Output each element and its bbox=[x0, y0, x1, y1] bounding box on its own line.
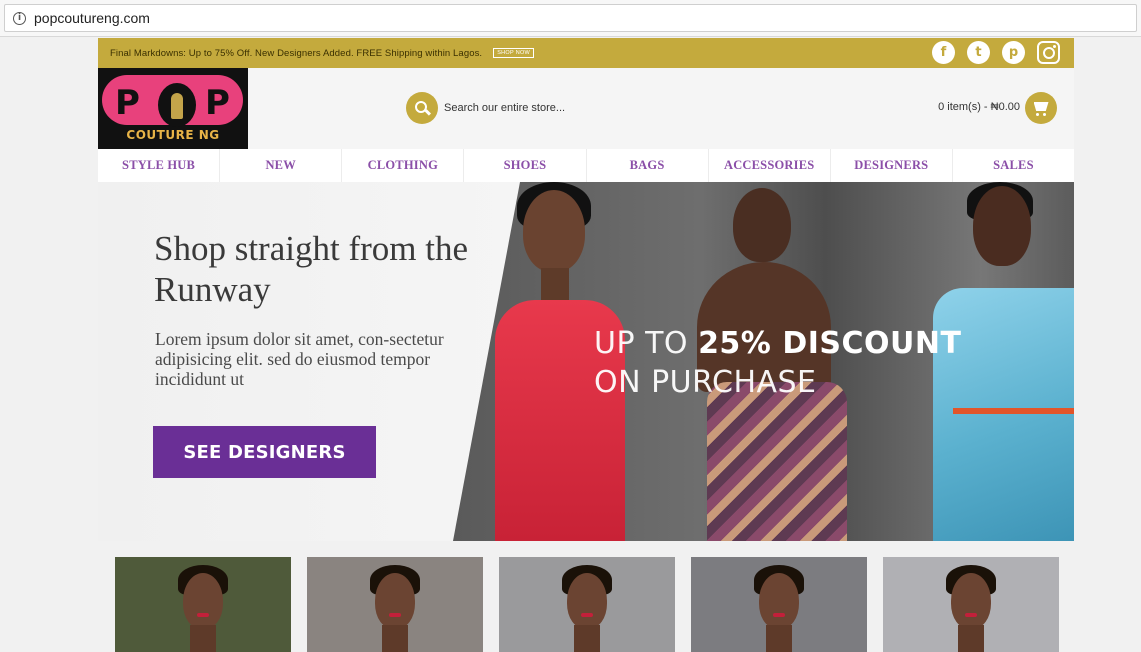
logo[interactable]: P P COUTURE NG bbox=[98, 68, 248, 149]
nav-item-designers[interactable]: DESIGNERS bbox=[831, 149, 953, 182]
thumbnail[interactable] bbox=[691, 557, 867, 652]
cart-wheels bbox=[1036, 113, 1046, 116]
instagram-icon[interactable] bbox=[1037, 41, 1060, 64]
thumbnail[interactable] bbox=[307, 557, 483, 652]
nav-item-shoes[interactable]: SHOES bbox=[464, 149, 587, 182]
nav-item-accessories[interactable]: ACCESSORIES bbox=[709, 149, 831, 182]
nav-item-new[interactable]: NEW bbox=[220, 149, 343, 182]
offer-suffix: ON PURCHASE bbox=[594, 365, 817, 400]
promo-text: Final Markdowns: Up to 75% Off. New Desi… bbox=[110, 47, 483, 59]
thumbnail-row bbox=[115, 557, 1059, 652]
header: P P COUTURE NG 0 item(s) - ₦0.00 bbox=[98, 68, 1074, 149]
logo-letter-p: P bbox=[115, 83, 140, 123]
hero-title: Shop straight from the Runway bbox=[154, 229, 468, 309]
nav-item-sales[interactable]: SALES bbox=[953, 149, 1074, 182]
offer-highlight: 25% DISCOUNT bbox=[698, 326, 962, 361]
nav-item-style-hub[interactable]: STYLE HUB bbox=[98, 149, 221, 182]
twitter-icon[interactable]: t bbox=[967, 41, 990, 64]
info-icon[interactable]: i bbox=[13, 11, 26, 25]
logo-pill: P P bbox=[102, 75, 243, 127]
nav-item-bags[interactable]: BAGS bbox=[587, 149, 709, 182]
logo-subtitle: COUTURE NG bbox=[126, 128, 220, 142]
cart-summary[interactable]: 0 item(s) - ₦0.00 bbox=[938, 101, 1020, 113]
site: Final Markdowns: Up to 75% Off. New Desi… bbox=[98, 38, 1074, 541]
logo-letter-p: P bbox=[205, 83, 230, 123]
social-links: f t p bbox=[932, 41, 1060, 64]
shop-now-link[interactable]: SHOP NOW bbox=[493, 48, 535, 58]
facebook-icon[interactable]: f bbox=[932, 41, 955, 64]
browser-address-bar: i popcoutureng.com bbox=[0, 0, 1141, 37]
search-input[interactable] bbox=[444, 96, 644, 120]
search-icon bbox=[414, 100, 427, 113]
promo-bar: Final Markdowns: Up to 75% Off. New Desi… bbox=[98, 38, 1074, 68]
see-designers-button[interactable]: SEE DESIGNERS bbox=[153, 426, 376, 478]
offer-prefix: UP TO bbox=[594, 326, 699, 361]
main-nav: STYLE HUB NEW CLOTHING SHOES BAGS ACCESS… bbox=[98, 149, 1074, 182]
logo-silhouette-icon bbox=[158, 83, 196, 127]
url-text[interactable]: popcoutureng.com bbox=[34, 10, 150, 26]
hero-offer: UP TO 25% DISCOUNT ON PURCHASE bbox=[594, 324, 961, 402]
hero-banner[interactable]: Shop straight from the Runway Lorem ipsu… bbox=[98, 182, 1074, 541]
hero-description: Lorem ipsum dolor sit amet, con-sectetur… bbox=[155, 329, 444, 389]
cart-icon bbox=[1033, 102, 1049, 111]
thumbnail[interactable] bbox=[883, 557, 1059, 652]
pinterest-icon[interactable]: p bbox=[1002, 41, 1025, 64]
cart-button[interactable] bbox=[1025, 92, 1057, 124]
nav-item-clothing[interactable]: CLOTHING bbox=[342, 149, 465, 182]
thumbnail[interactable] bbox=[115, 557, 291, 652]
url-field[interactable]: i popcoutureng.com bbox=[4, 4, 1137, 32]
thumbnail[interactable] bbox=[499, 557, 675, 652]
search-button[interactable] bbox=[406, 92, 438, 124]
